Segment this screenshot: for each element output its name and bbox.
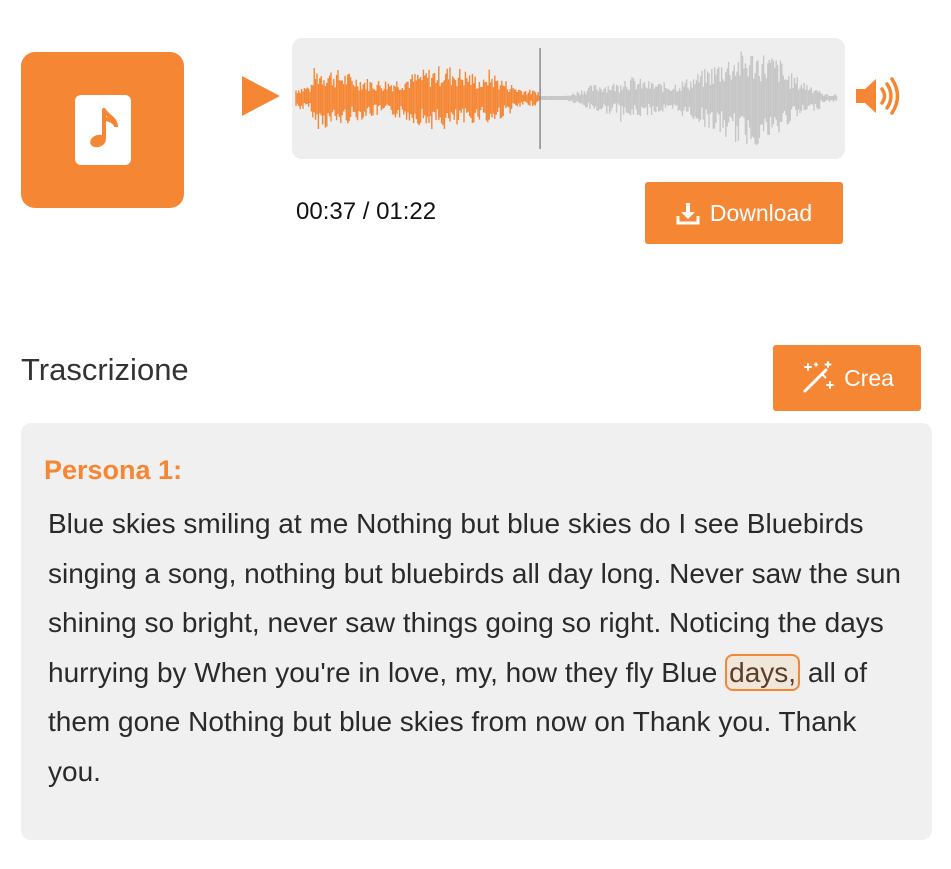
- play-button[interactable]: [240, 74, 282, 118]
- transcript-text: Blue skies smiling at me Nothing but blu…: [48, 499, 908, 796]
- play-icon: [242, 76, 280, 116]
- transcript-title: Trascrizione: [21, 352, 189, 387]
- create-label: Crea: [844, 364, 894, 391]
- waveform-graphic: [295, 48, 838, 149]
- create-button[interactable]: Crea: [773, 345, 921, 411]
- audio-thumbnail: [21, 52, 184, 208]
- active-word[interactable]: days,: [725, 653, 801, 691]
- music-file-icon: [75, 95, 131, 165]
- magic-wand-icon: [803, 361, 835, 393]
- download-button[interactable]: Download: [645, 182, 843, 244]
- time-display: 00:37 / 01:22: [296, 198, 437, 225]
- waveform-seek-bar[interactable]: [292, 38, 845, 159]
- transcript-panel: Persona 1: Blue skies smiling at me Noth…: [21, 423, 932, 840]
- speaker-label: Persona 1:: [44, 455, 183, 485]
- volume-icon: [856, 77, 900, 115]
- volume-button[interactable]: [854, 76, 904, 116]
- download-label: Download: [709, 199, 813, 226]
- download-icon: [676, 203, 700, 225]
